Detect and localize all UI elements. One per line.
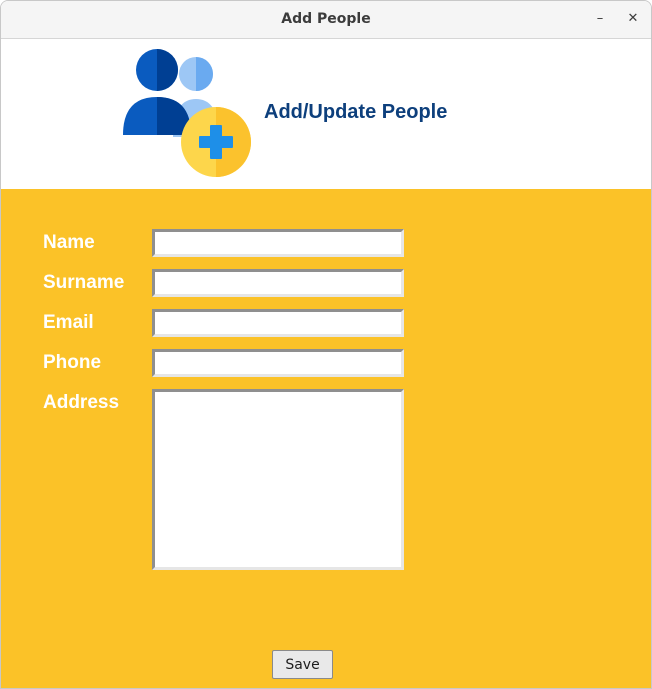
name-label: Name: [43, 232, 95, 253]
email-field[interactable]: [152, 309, 404, 337]
address-field[interactable]: [152, 389, 404, 570]
header-panel: Add/Update People: [1, 39, 651, 189]
minimize-button[interactable]: –: [591, 10, 609, 28]
email-label: Email: [43, 312, 94, 333]
address-label: Address: [43, 392, 120, 413]
save-button[interactable]: Save: [272, 650, 333, 679]
add-people-icon: [123, 49, 251, 177]
phone-label: Phone: [43, 352, 102, 373]
name-field[interactable]: [152, 229, 404, 257]
add-people-window: Add People – ✕ Add/Update People Name Su…: [0, 0, 652, 689]
close-button[interactable]: ✕: [624, 10, 642, 28]
title-bar: Add People – ✕: [1, 1, 651, 39]
window-title: Add People: [281, 11, 371, 27]
page-title: Add/Update People: [264, 101, 448, 123]
surname-label: Surname: [43, 272, 125, 293]
people-form: Name Surname Email Phone Address Save: [1, 189, 651, 688]
surname-field[interactable]: [152, 269, 404, 297]
phone-field[interactable]: [152, 349, 404, 377]
